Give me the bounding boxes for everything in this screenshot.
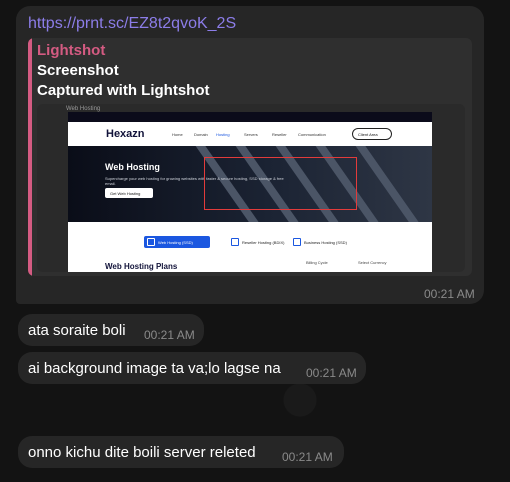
message-timestamp: 00:21 AM bbox=[144, 328, 195, 342]
screenshot-logo: Hexazn bbox=[106, 128, 145, 140]
chat-message[interactable]: ai background image ta va;lo lagse na 00… bbox=[18, 352, 366, 384]
preview-image[interactable]: Web Hosting Hexazn Home Domain Hosting S… bbox=[37, 104, 465, 272]
screenshot-billing-label: Billing Cycle bbox=[306, 260, 328, 265]
screenshot-nav-link: Home bbox=[172, 132, 183, 137]
screenshot-client-button: Client Area bbox=[352, 128, 392, 140]
screenshot-nav-link: Communication bbox=[298, 132, 326, 137]
screenshot-hero-button: Get Web Hosting bbox=[105, 188, 153, 198]
message-link[interactable]: https://prnt.sc/EZ8t2qvoK_2S bbox=[28, 15, 236, 33]
chat-message[interactable]: onno kichu dite boili server releted 00:… bbox=[18, 436, 344, 468]
preview-description: Captured with Lightshot bbox=[37, 82, 210, 99]
message-text: onno kichu dite boili server releted bbox=[28, 444, 256, 461]
screenshot-currency-label: Select Currency bbox=[358, 260, 387, 265]
screenshot-thumbnail: Hexazn Home Domain Hosting Servers Resel… bbox=[68, 112, 432, 272]
server-icon bbox=[147, 238, 155, 246]
message-timestamp: 00:21 AM bbox=[306, 366, 357, 380]
preview-title: Screenshot bbox=[37, 62, 119, 79]
message-text: ai background image ta va;lo lagse na bbox=[28, 360, 281, 377]
screenshot-nav-link: Hosting bbox=[216, 132, 230, 137]
screenshot-tab-business: Business Hosting (SSD) bbox=[290, 236, 360, 248]
link-preview-card[interactable]: Lightshot Screenshot Captured with Light… bbox=[28, 38, 472, 276]
screenshot-tab-web: Web Hosting (SSD) bbox=[144, 236, 210, 248]
screenshot-plans-title: Web Hosting Plans bbox=[105, 262, 178, 271]
screenshot-tab-reseller: Reseller Hosting (BDIX) bbox=[228, 236, 298, 248]
screenshot-highlight-box bbox=[204, 157, 357, 210]
link-message-bubble[interactable]: https://prnt.sc/EZ8t2qvoK_2S Lightshot S… bbox=[16, 6, 484, 304]
message-timestamp: 00:21 AM bbox=[282, 450, 333, 464]
screenshot-navbar: Hexazn Home Domain Hosting Servers Resel… bbox=[68, 122, 432, 146]
preview-site-name: Lightshot bbox=[37, 42, 106, 59]
preview-accent-bar bbox=[28, 38, 32, 276]
screenshot-top-strip bbox=[68, 112, 432, 122]
server-icon bbox=[293, 238, 301, 246]
server-icon bbox=[231, 238, 239, 246]
message-timestamp: 00:21 AM bbox=[424, 287, 475, 301]
screenshot-nav-link: Servers bbox=[244, 132, 258, 137]
message-text: ata soraite boli bbox=[28, 322, 126, 339]
screenshot-nav-link: Reseller bbox=[272, 132, 287, 137]
screenshot-hero-title: Web Hosting bbox=[105, 162, 160, 172]
chat-message[interactable]: ata soraite boli 00:21 AM bbox=[18, 314, 204, 346]
screenshot-nav-link: Domain bbox=[194, 132, 208, 137]
